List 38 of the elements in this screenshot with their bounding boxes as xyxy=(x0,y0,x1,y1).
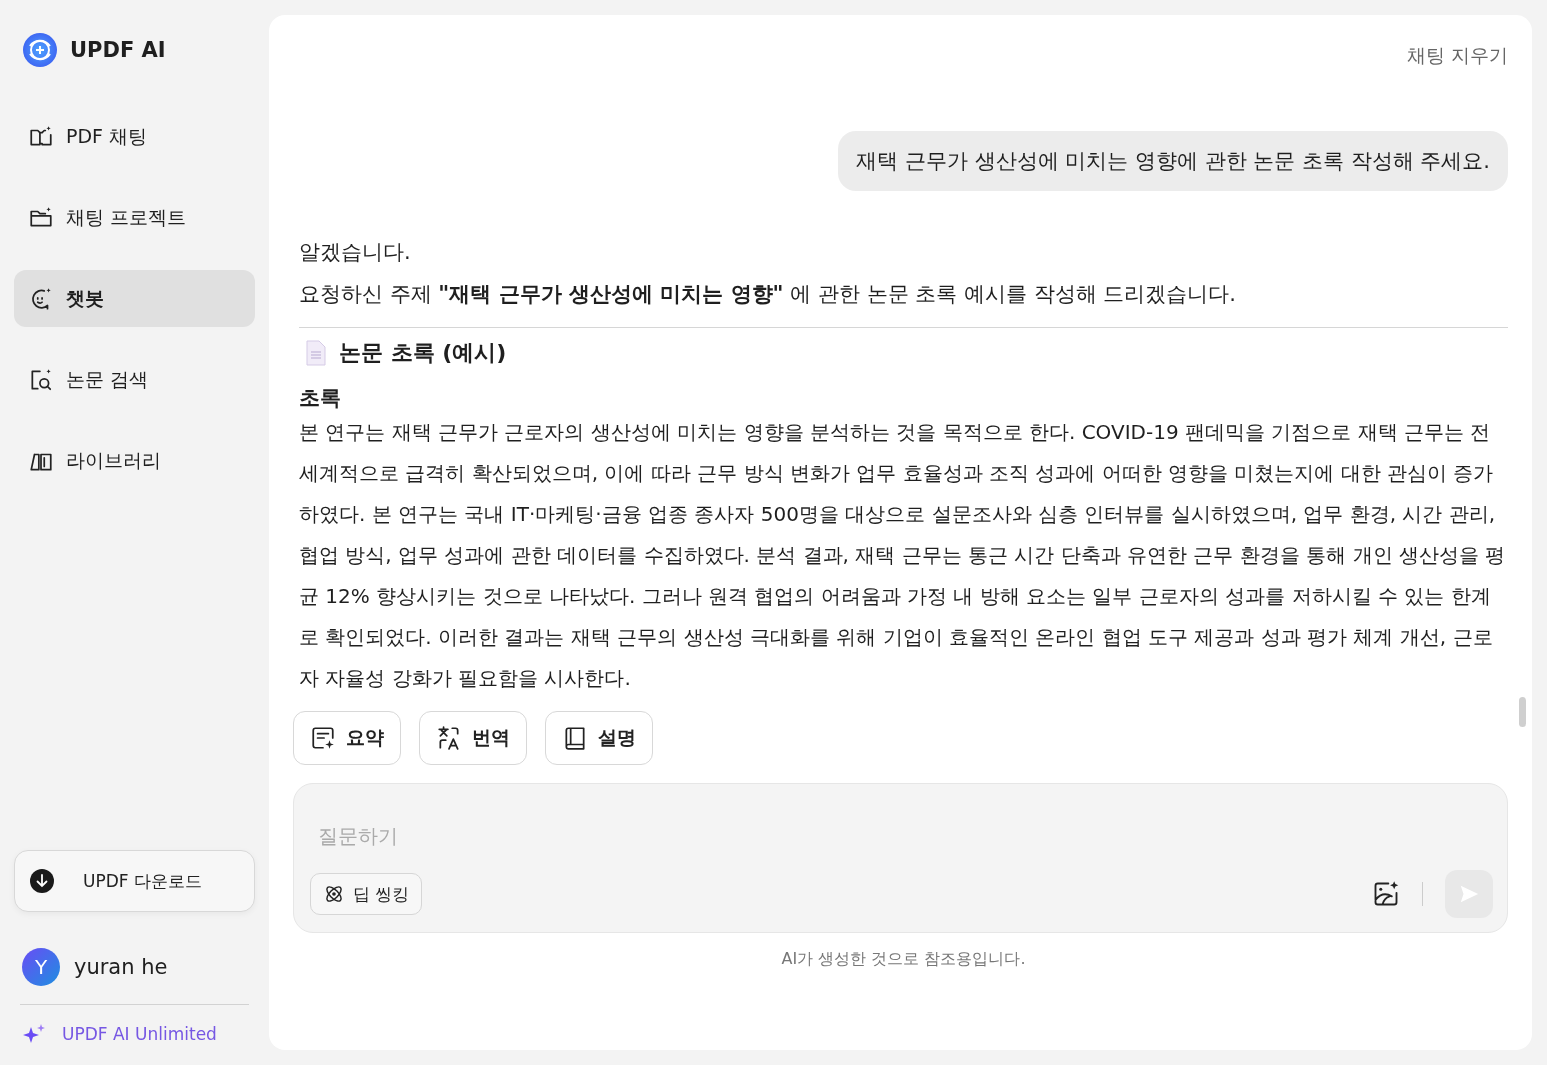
question-input[interactable]: 질문하기 딥 씽킹 xyxy=(293,783,1508,933)
book-icon xyxy=(562,725,588,751)
user-name: yuran he xyxy=(74,955,168,979)
sidebar-item[interactable]: 채팅 프로젝트 xyxy=(14,189,255,246)
sidebar-item[interactable]: 라이브러리 xyxy=(14,432,255,489)
document-icon xyxy=(305,340,327,366)
logo-icon xyxy=(22,32,58,68)
section-heading: 논문 초록 (예시) xyxy=(339,339,507,367)
subheading: 초록 xyxy=(299,385,342,412)
search-icon xyxy=(28,366,54,393)
action-button[interactable]: 설명 xyxy=(545,711,653,765)
disclaimer: AI가 생성한 것으로 참조용입니다. xyxy=(780,949,1027,970)
download-icon xyxy=(29,868,55,894)
translate-icon xyxy=(436,725,462,751)
sidebar-item[interactable]: 챗봇 xyxy=(14,270,255,327)
reply-text: 알겠습니다. xyxy=(299,239,412,266)
sidebar-item-label: 라이브러리 xyxy=(66,447,161,473)
reply-text: 요청하신 주제 "재택 근무가 생산성에 미치는 영향" 에 관한 논문 초록 예시를 작성해 드리겠습니다. xyxy=(299,281,1237,308)
summary-icon xyxy=(310,725,336,751)
brand-name: UPDF AI xyxy=(70,38,166,62)
sidebar-item-label: 챗봇 xyxy=(66,285,104,311)
upgrade-link[interactable]: UPDF AI Unlimited xyxy=(14,1023,255,1045)
action-button[interactable]: 번역 xyxy=(419,711,527,765)
sidebar-item-label: PDF 채팅 xyxy=(66,123,148,149)
user-message: 재택 근무가 생산성에 미치는 영향에 관한 논문 초록 작성해 주세요. xyxy=(838,131,1508,191)
atom-icon xyxy=(323,883,345,905)
deep-thinking-button[interactable]: 딥 씽킹 xyxy=(310,873,423,915)
sidebar-item-label: 채팅 프로젝트 xyxy=(66,204,187,230)
action-button[interactable]: 요약 xyxy=(293,711,401,765)
abstract-paragraph: 본 연구는 재택 근무가 근로자의 생산성에 미치는 영향을 분석하는 것을 목적으로 한다. COVID-19 팬데믹을 기점으로 재택 근무는 전 세계적으로 급격히 확산되었으며, 이에 따라 근무 방식 변화가 업무 효율성과 조직 성과에 어떠한 영향을 미쳤는지에 대한 관심이 증가하였다. 본 연구는 국내 IT·마케팅·금융 업종 종사자 500명을 대상으로 설문조사와 심층 인터뷰를 실시하였으며, 업무 환경, 시간 관리, 협업 방식, 업무 성과에 관한 데이터를 수집하였다. 분석 결과, 재택 근무는 통근 시간 단축과 유연한 근무 환경을 통해 개인 생산성을 평균 12% 향상시키는 것으로 나타났다. 그러나 원격 협업의 어려움과 가정 내 방해 요소는 일부 근로자의 성과를 저하시킬 수 있는 한계로 확인되었다. 이러한 결과는 재택 근무의 생산성 극대화를 위해 기업이 효율적인 온라인 협업 도구 제공과 성과 평가 체계 개선, 근로자 자율성 강화가 필요함을 시사한다. xyxy=(299,419,1507,692)
sidebar-item-label: 논문 검색 xyxy=(66,366,149,392)
scrollbar-thumb[interactable] xyxy=(1519,697,1526,727)
sidebar-item[interactable]: PDF 채팅 xyxy=(14,108,255,165)
image-sparkle-icon[interactable] xyxy=(1372,880,1400,908)
clear-chat-button[interactable]: 채팅 지우기 xyxy=(1406,37,1508,75)
download-button[interactable]: UPDF 다운로드 xyxy=(14,850,255,912)
avatar[interactable]: Y xyxy=(22,948,60,986)
sidebar-item[interactable]: 논문 검색 xyxy=(14,351,255,408)
